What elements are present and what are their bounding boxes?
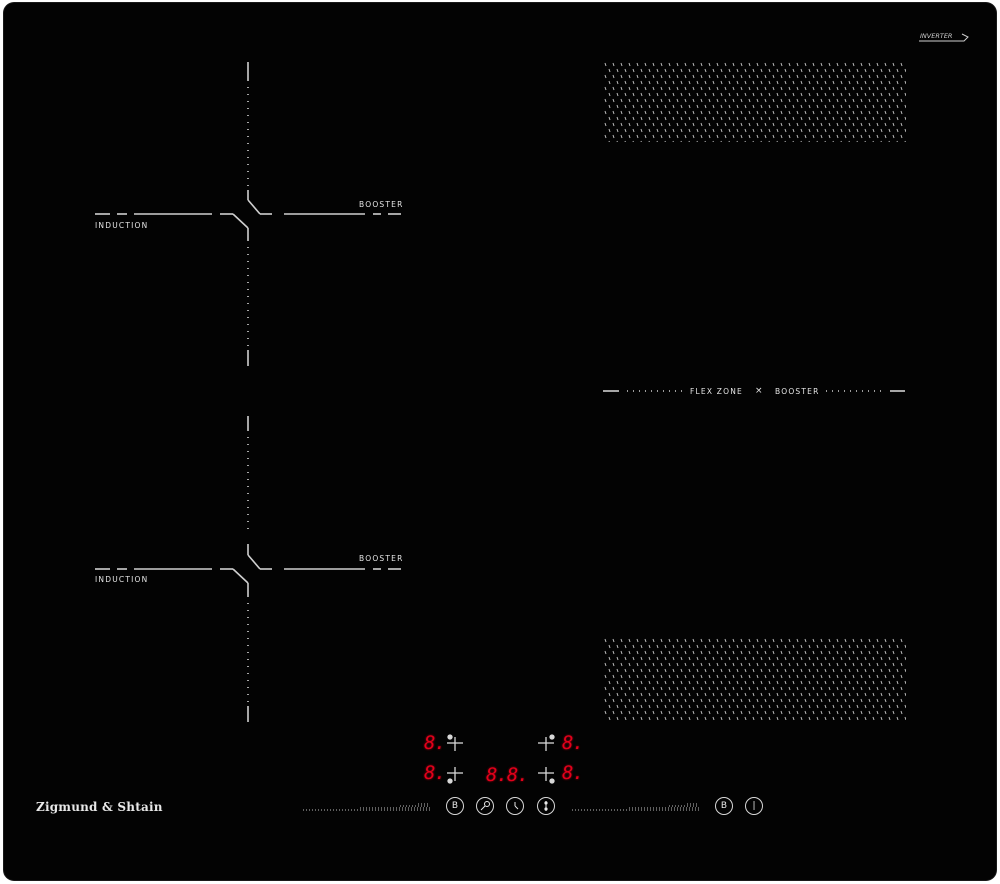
induction-label-top: INDUCTION — [95, 221, 149, 230]
flex-separator: × — [755, 386, 764, 396]
booster-icon-right: B — [720, 801, 728, 811]
flex-zone-top-texture — [603, 62, 906, 142]
zone-indicator-top-left-icon — [447, 734, 463, 751]
flex-booster-label: BOOSTER — [775, 387, 820, 396]
slider-right — [572, 803, 699, 811]
display-top-right: 8. — [562, 732, 584, 754]
zone-indicator-bottom-right-icon — [538, 767, 555, 784]
display-top-left: 8. — [424, 732, 446, 754]
zone-indicator-bottom-left-icon — [447, 767, 463, 784]
display-bottom-left: 8. — [424, 762, 446, 784]
booster-right-button[interactable]: B — [715, 797, 733, 815]
slider-left — [303, 803, 430, 811]
flex-toggle-icon — [544, 801, 548, 811]
booster-label-top: BOOSTER — [359, 200, 404, 209]
zone-cross-top-left — [95, 62, 401, 366]
power-button[interactable]: | — [745, 797, 763, 815]
flex-zone-button[interactable] — [537, 797, 555, 815]
timer-button[interactable] — [506, 797, 524, 815]
key-lock-icon — [480, 801, 490, 811]
display-timer: 8.8. — [486, 764, 529, 786]
zone-indicator-top-right-icon — [538, 734, 555, 751]
flex-zone-bottom-texture — [603, 638, 906, 720]
display-bottom-right: 8. — [562, 762, 584, 784]
cooktop-graphics — [95, 33, 969, 811]
brand-logo: Zigmund & Shtain — [36, 800, 163, 814]
power-icon: | — [752, 801, 756, 811]
booster-label-bottom: BOOSTER — [359, 554, 404, 563]
inverter-badge: INVERTER — [920, 32, 953, 40]
clock-icon — [514, 802, 519, 810]
booster-icon: B — [451, 801, 459, 811]
induction-label-bottom: INDUCTION — [95, 575, 149, 584]
zone-cross-bottom-left — [95, 416, 401, 722]
flex-zone-label: FLEX ZONE — [690, 387, 743, 396]
booster-left-button[interactable]: B — [446, 797, 464, 815]
lock-button[interactable] — [476, 797, 494, 815]
